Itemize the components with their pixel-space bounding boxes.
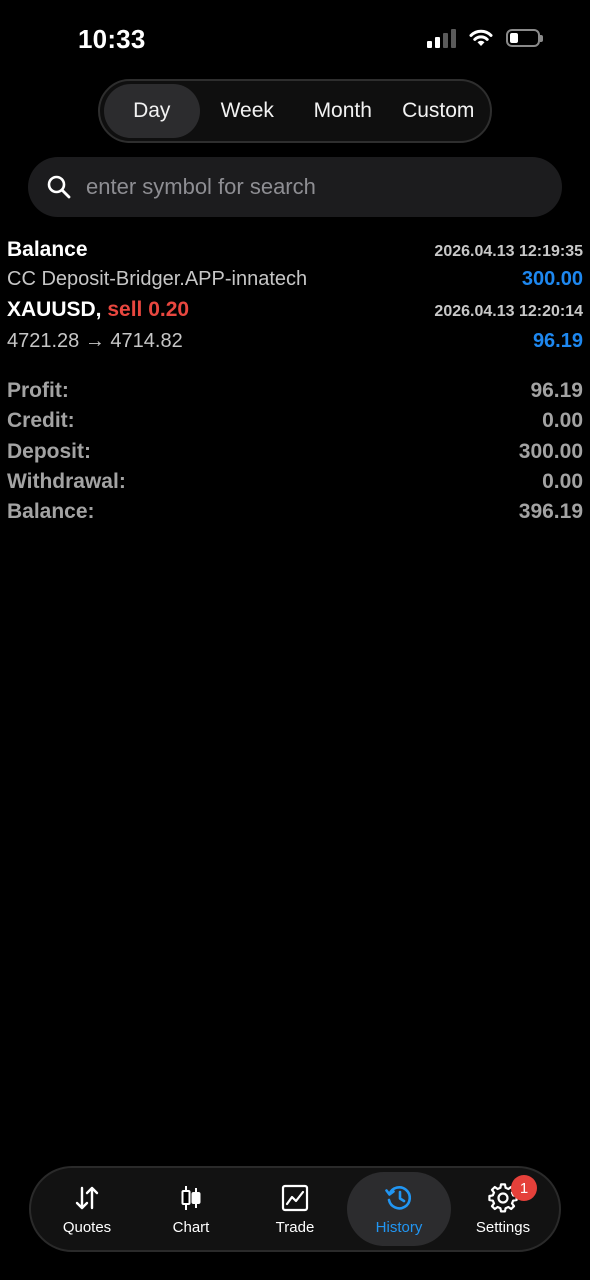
entry-timestamp: 2026.04.13 12:19:35 [434,243,583,260]
history-list: Balance 2026.04.13 12:19:35 CC Deposit-B… [7,238,583,527]
entry-price-range: 4721.28 → 4714.82 [7,330,183,352]
search-icon [47,175,71,199]
tab-label: Trade [275,1218,315,1236]
period-selector: Day Week Month Custom [98,79,492,143]
tab-quotes[interactable]: Quotes [35,1172,139,1246]
summary-label: Profit: [7,379,69,403]
tab-custom[interactable]: Custom [391,84,487,138]
summary-profit: Profit: 96.19 [7,376,583,406]
tab-month[interactable]: Month [295,84,391,138]
tab-label: Chart [172,1218,210,1236]
entry-timestamp: 2026.04.13 12:20:14 [434,303,583,320]
summary-withdrawal: Withdrawal: 0.00 [7,467,583,497]
history-entry-balance[interactable]: Balance 2026.04.13 12:19:35 CC Deposit-B… [7,238,583,298]
summary-credit: Credit: 0.00 [7,406,583,436]
tab-chart[interactable]: Chart [139,1172,243,1246]
search-bar[interactable] [28,157,562,217]
entry-amount: 300.00 [521,268,583,290]
entry-amount: 96.19 [532,330,583,352]
tab-week[interactable]: Week [200,84,296,138]
summary-label: Deposit: [7,439,91,463]
bottom-tab-bar: Quotes Chart Trade History Settings 1 [29,1166,561,1252]
summary-value: 96.19 [530,379,583,403]
search-input[interactable] [84,173,528,201]
notification-badge: 1 [511,1175,537,1201]
history-screen: 10:33 Day Week Month Custom Balance 2026… [0,0,590,1280]
summary-value: 0.00 [542,470,583,494]
battery-icon [506,29,543,47]
wifi-icon [469,29,493,46]
entry-comment: CC Deposit-Bridger.APP-innatech [7,268,308,290]
quotes-arrows-icon [75,1186,99,1209]
entry-action: sell 0.20 [107,298,190,321]
tab-trade[interactable]: Trade [243,1172,347,1246]
tab-label: History [375,1218,423,1236]
summary-label: Withdrawal: [7,470,126,494]
status-time: 10:33 [78,24,146,54]
tab-label: Quotes [62,1218,112,1236]
entry-symbol: XAUUSD, [7,298,102,321]
summary-value: 396.19 [518,500,583,524]
signal-icon [427,28,456,48]
summary-label: Balance: [7,500,95,524]
summary-balance: Balance: 396.19 [7,497,583,527]
summary-value: 0.00 [542,409,583,433]
tab-label: Settings [475,1218,531,1236]
summary-deposit: Deposit: 300.00 [7,437,583,467]
history-clock-icon [385,1185,412,1210]
candlestick-icon [181,1185,201,1210]
tab-day[interactable]: Day [104,84,200,138]
trade-chart-icon [281,1184,309,1211]
tab-history[interactable]: History [347,1172,451,1246]
summary-block: Profit: 96.19 Credit: 0.00 Deposit: 300.… [7,376,583,527]
history-entry-trade[interactable]: XAUUSD, sell 0.20 2026.04.13 12:20:14 47… [7,298,583,364]
summary-value: 300.00 [518,439,583,463]
summary-label: Credit: [7,409,75,433]
tab-settings[interactable]: Settings 1 [451,1172,555,1246]
entry-symbol-line: XAUUSD, sell 0.20 [7,298,189,322]
entry-title: Balance [7,238,88,261]
status-icons [427,28,543,48]
